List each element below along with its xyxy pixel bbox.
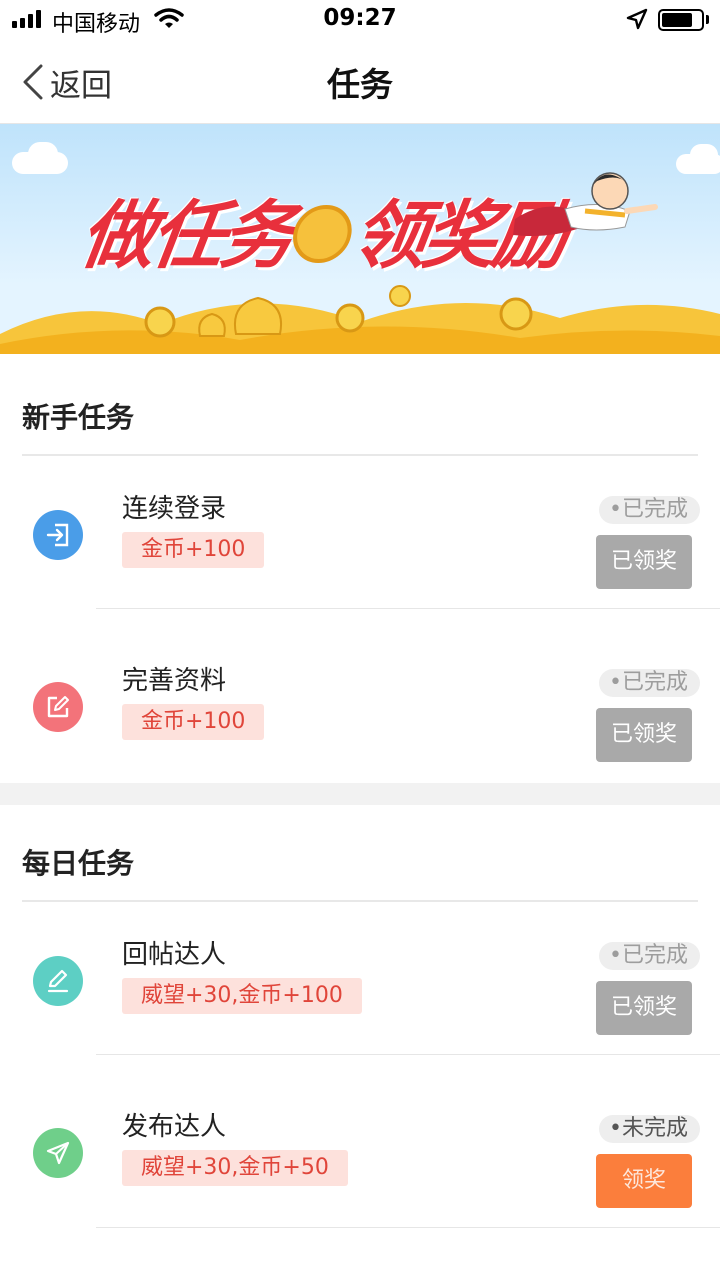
promo-banner[interactable]: 做任务 领奖励 [0, 124, 720, 354]
row-divider [96, 1227, 720, 1228]
section-divider [22, 900, 698, 902]
claim-reward-button[interactable]: 领奖 [596, 1154, 692, 1208]
task-row-reply: 回帖达人 威望+30,金币+100 •已完成 已领奖 [0, 906, 720, 1078]
chevron-left-icon [23, 64, 43, 100]
section-divider [22, 454, 698, 456]
claimed-button[interactable]: 已领奖 [596, 708, 692, 762]
task-reward-badge: 威望+30,金币+100 [122, 978, 362, 1014]
task-row-post: 发布达人 威望+30,金币+50 •未完成 领奖 [0, 1078, 720, 1250]
task-name: 连续登录 [122, 494, 227, 524]
task-name: 回帖达人 [122, 940, 227, 970]
task-status-badge: •未完成 [599, 1115, 700, 1143]
task-status-badge: •已完成 [599, 942, 700, 970]
section-title-newbie: 新手任务 [22, 401, 135, 434]
section-gap [0, 783, 720, 805]
banner-headline: 做任务 领奖励 [74, 176, 571, 283]
status-bar: 中国移动 09:27 [0, 0, 720, 40]
task-status-badge: •已完成 [599, 496, 700, 524]
back-label: 返回 [50, 67, 112, 104]
battery-level [662, 13, 692, 27]
pencil-glyph [47, 969, 69, 993]
banner-headline-left: 做任务 [75, 193, 298, 279]
cloud-decoration [28, 142, 58, 166]
back-button[interactable]: 返回 [22, 60, 112, 104]
task-row-login: 连续登录 金币+100 •已完成 已领奖 [0, 460, 720, 632]
task-row-profile: 完善资料 金币+100 •已完成 已领奖 [0, 632, 720, 804]
row-divider [96, 608, 720, 609]
edit-glyph [47, 696, 69, 718]
send-icon [33, 1128, 83, 1178]
navigation-bar: 返回 任务 [0, 40, 720, 124]
edit-icon [33, 682, 83, 732]
row-divider [96, 1054, 720, 1055]
claimed-button[interactable]: 已领奖 [596, 981, 692, 1035]
send-glyph [46, 1141, 70, 1165]
cloud-decoration [690, 144, 718, 166]
task-status-badge: •已完成 [599, 669, 700, 697]
status-time: 09:27 [323, 5, 397, 31]
battery-tip [706, 15, 709, 24]
battery-icon [658, 9, 704, 31]
task-reward-badge: 金币+100 [122, 704, 265, 740]
login-glyph [46, 523, 69, 547]
section-title-daily: 每日任务 [22, 847, 135, 880]
pencil-icon [33, 956, 83, 1006]
task-name: 发布达人 [122, 1112, 227, 1142]
superhero-mascot-icon [513, 172, 658, 236]
location-icon [626, 8, 648, 30]
claimed-button[interactable]: 已领奖 [596, 535, 692, 589]
task-reward-badge: 威望+30,金币+50 [122, 1150, 348, 1186]
task-name: 完善资料 [122, 666, 227, 696]
gold-hills-decoration [0, 285, 720, 354]
coin-icon [289, 205, 356, 264]
login-icon [33, 510, 83, 560]
task-reward-badge: 金币+100 [122, 532, 265, 568]
